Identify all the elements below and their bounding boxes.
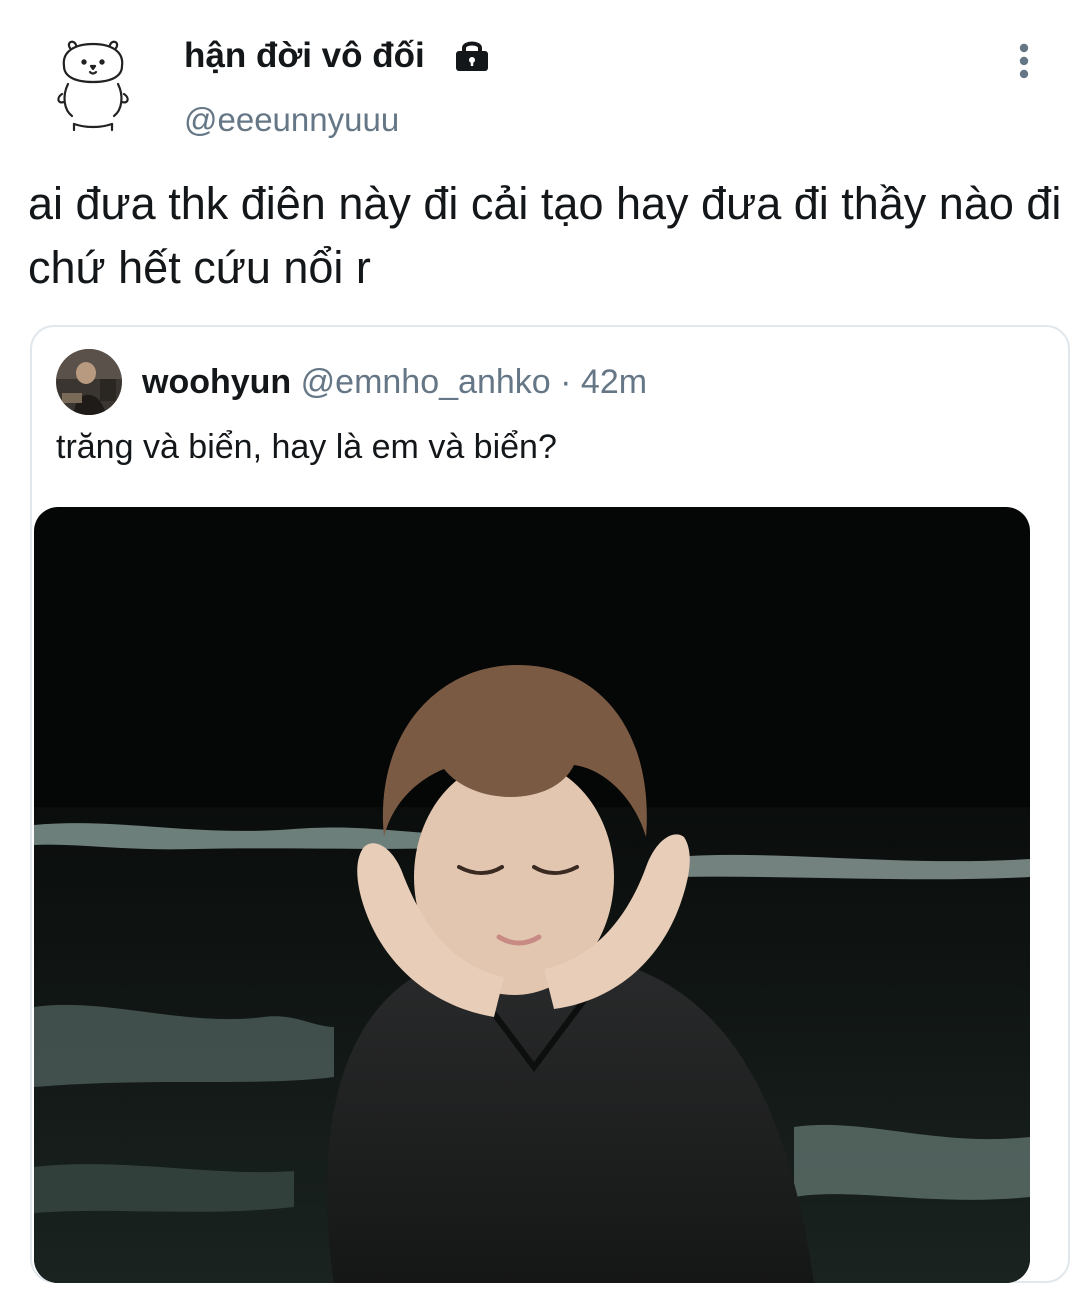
author-handle[interactable]: @eeeunnyuuu: [184, 98, 399, 142]
quoted-author-handle[interactable]: @emnho_anhko: [301, 363, 551, 401]
more-vertical-icon[interactable]: [1006, 40, 1042, 84]
quoted-tweet-header: woohyun @emnho_anhko · 42m: [142, 360, 647, 404]
author-avatar[interactable]: [52, 36, 134, 134]
author-display-name[interactable]: hận đời vô đối: [184, 34, 425, 78]
quoted-author-display-name[interactable]: woohyun: [142, 363, 291, 401]
meta-separator: ·: [560, 363, 572, 401]
quoted-tweet-card[interactable]: woohyun @emnho_anhko · 42m trăng và biển…: [30, 325, 1070, 1283]
lock-icon: [456, 41, 488, 71]
quoted-author-avatar[interactable]: [56, 349, 122, 415]
quoted-tweet-text: trăng và biển, hay là em và biển?: [56, 428, 557, 466]
quoted-tweet-time[interactable]: 42m: [581, 363, 647, 401]
quoted-tweet-photo[interactable]: [34, 507, 1030, 1283]
tweet-text: ai đưa thk điên này đi cải tạo hay đưa đ…: [28, 178, 1062, 293]
